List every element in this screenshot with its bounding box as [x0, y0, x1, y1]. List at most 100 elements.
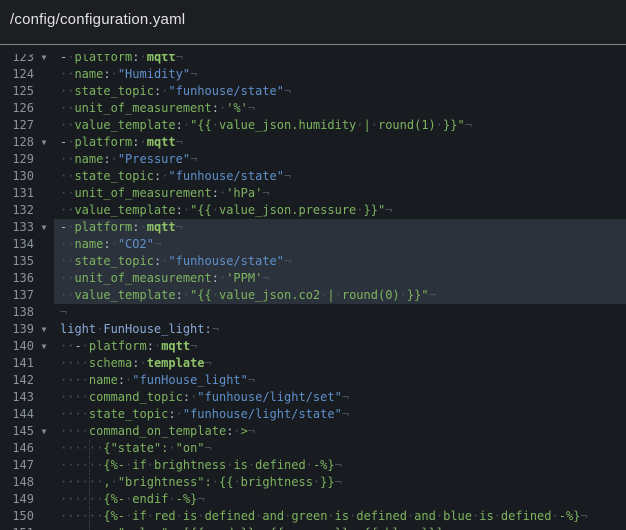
- fold-spacer: [34, 304, 54, 321]
- code-line-selected[interactable]: 134 ··name:·"CO2"¬: [0, 236, 626, 253]
- code-line[interactable]: 144 ····state_topic:·"funhouse/light/stat…: [0, 406, 626, 423]
- code-text: ··state_topic:·"funhouse/state"¬: [54, 83, 626, 100]
- code-text: ····command_on_template:·>¬: [54, 423, 626, 440]
- gutter: 139▼: [0, 321, 54, 338]
- fold-spacer: [34, 151, 54, 168]
- fold-spacer: [34, 236, 54, 253]
- gutter: 143: [0, 389, 54, 406]
- fold-toggle-icon[interactable]: ▼: [34, 134, 54, 151]
- fold-spacer: [34, 457, 54, 474]
- gutter: 137: [0, 287, 54, 304]
- gutter: 131: [0, 185, 54, 202]
- line-number: 137: [0, 287, 34, 304]
- line-number: 133: [0, 219, 34, 236]
- fold-spacer: [34, 83, 54, 100]
- code-line[interactable]: 126 ··unit_of_measurement:·'%'¬: [0, 100, 626, 117]
- code-line[interactable]: 146······{"state":·"on"¬: [0, 440, 626, 457]
- code-line[interactable]: 128▼-·platform:·mqtt¬: [0, 134, 626, 151]
- code-line-selected[interactable]: 135 ··state_topic:·"funhouse/state"¬: [0, 253, 626, 270]
- line-number: 143: [0, 389, 34, 406]
- code-editor[interactable]: 123▼-·platform:·mqtt¬124··name:·"Humidit…: [0, 45, 626, 530]
- line-number: 127: [0, 117, 34, 134]
- line-number: 126: [0, 100, 34, 117]
- line-number: 149: [0, 491, 34, 508]
- gutter: 133▼: [0, 219, 54, 236]
- code-line[interactable]: 130··state_topic:·"funhouse/state"¬: [0, 168, 626, 185]
- fold-spacer: [34, 389, 54, 406]
- code-text: light·FunHouse_light:¬: [54, 321, 626, 338]
- code-line[interactable]: 141····schema:·template¬: [0, 355, 626, 372]
- fold-toggle-icon[interactable]: ▼: [34, 423, 54, 440]
- code-line[interactable]: 148······,·"brightness":·{{·brightness·}…: [0, 474, 626, 491]
- line-number: 135: [0, 253, 34, 270]
- code-line[interactable]: 149 ······{%-·endif·-%}¬: [0, 491, 626, 508]
- fold-spacer: [34, 474, 54, 491]
- code-text: ······{%-·endif·-%}¬: [54, 491, 626, 508]
- fold-spacer: [34, 270, 54, 287]
- code-line[interactable]: 125··state_topic:·"funhouse/state"¬: [0, 83, 626, 100]
- gutter: 147: [0, 457, 54, 474]
- code-text: ······{"state":·"on"¬: [54, 440, 626, 457]
- line-number: 128: [0, 134, 34, 151]
- code-line-selected[interactable]: 133▼-·platform:·mqtt¬: [0, 219, 626, 236]
- gutter: 149: [0, 491, 54, 508]
- fold-spacer: [34, 440, 54, 457]
- code-line[interactable]: 150······{%-·if·red·is·defined·and·green…: [0, 508, 626, 525]
- fold-toggle-icon[interactable]: ▼: [34, 338, 54, 355]
- code-text: ······,·"color":·[{{·red·}},·{{·green·}}…: [54, 525, 626, 530]
- gutter: 129: [0, 151, 54, 168]
- gutter: 141: [0, 355, 54, 372]
- code-text: ··unit_of_measurement:·'hPa'¬: [54, 185, 626, 202]
- fold-spacer: [34, 525, 54, 530]
- code-text: ··value_template:·"{{·value_json.humidit…: [54, 117, 626, 134]
- line-number: 124: [0, 66, 34, 83]
- line-number: 150: [0, 508, 34, 525]
- line-number: 140: [0, 338, 34, 355]
- gutter: 127: [0, 117, 54, 134]
- code-line[interactable]: 138¬: [0, 304, 626, 321]
- code-line[interactable]: 142····name:·"funHouse_light"¬: [0, 372, 626, 389]
- fold-toggle-icon[interactable]: ▼: [34, 321, 54, 338]
- line-number: 144: [0, 406, 34, 423]
- fold-spacer: [34, 406, 54, 423]
- code-text: ··unit_of_measurement:·'%'¬: [54, 100, 626, 117]
- code-text: ··-·platform:·mqtt¬: [54, 338, 626, 355]
- code-line-selected[interactable]: 136··unit_of_measurement:·'PPM'¬: [0, 270, 626, 287]
- line-number: 142: [0, 372, 34, 389]
- code-text: ······{%-·if·brightness·is·defined·-%}¬: [54, 457, 626, 474]
- gutter: 142: [0, 372, 54, 389]
- code-text: ··name:·"Humidity"¬: [54, 66, 626, 83]
- code-text: ··state_topic:·"funhouse/state"¬: [54, 253, 626, 270]
- code-line-selected[interactable]: 137··value_template:·"{{·value_json.co2·…: [0, 287, 626, 304]
- fold-spacer: [34, 66, 54, 83]
- code-text: ····state_topic:·"funhouse/light/state"¬: [54, 406, 626, 423]
- code-line[interactable]: 143····command_topic:·"funhouse/light/se…: [0, 389, 626, 406]
- code-line[interactable]: 145▼····command_on_template:·>¬: [0, 423, 626, 440]
- gutter: 146: [0, 440, 54, 457]
- gutter: 125: [0, 83, 54, 100]
- code-line[interactable]: 139▼light·FunHouse_light:¬: [0, 321, 626, 338]
- code-line[interactable]: 131··unit_of_measurement:·'hPa'¬: [0, 185, 626, 202]
- fold-toggle-icon[interactable]: ▼: [34, 219, 54, 236]
- gutter: 145▼: [0, 423, 54, 440]
- gutter: 128▼: [0, 134, 54, 151]
- code-text: ··name:·"CO2"¬: [54, 236, 626, 253]
- code-line[interactable]: 151······,·"color":·[{{·red·}},·{{·green…: [0, 525, 626, 530]
- fold-spacer: [34, 168, 54, 185]
- line-number: 145: [0, 423, 34, 440]
- gutter: 140▼: [0, 338, 54, 355]
- code-line[interactable]: 132··value_template:·"{{·value_json.pres…: [0, 202, 626, 219]
- code-line[interactable]: 147······{%-·if·brightness·is·defined·-%…: [0, 457, 626, 474]
- code-line[interactable]: 129··name:·"Pressure"¬: [0, 151, 626, 168]
- line-number: 134: [0, 236, 34, 253]
- code-text: ····schema:·template¬: [54, 355, 626, 372]
- gutter: 148: [0, 474, 54, 491]
- code-line[interactable]: 140▼··-·platform:·mqtt¬: [0, 338, 626, 355]
- fold-spacer: [34, 491, 54, 508]
- line-number: 139: [0, 321, 34, 338]
- top-clip-strip: [0, 45, 626, 54]
- code-line[interactable]: 127 ··value_template:·"{{·value_json.humi…: [0, 117, 626, 134]
- code-text: ··name:·"Pressure"¬: [54, 151, 626, 168]
- gutter: 151: [0, 525, 54, 530]
- code-line[interactable]: 124 ··name:·"Humidity"¬: [0, 66, 626, 83]
